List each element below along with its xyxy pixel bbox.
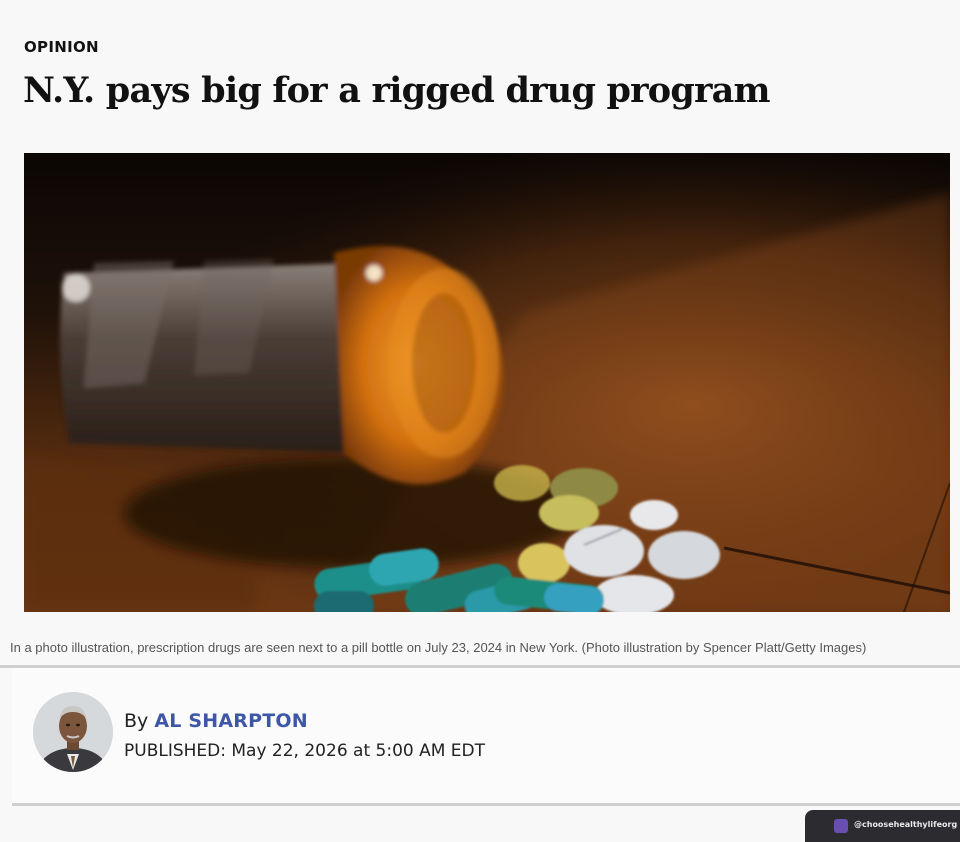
author-link[interactable]: AL SHARPTON (154, 710, 308, 732)
byline-divider (12, 803, 960, 806)
article-headline: N.Y. pays big for a rigged drug program (23, 70, 771, 111)
image-caption: In a photo illustration, prescription dr… (10, 640, 867, 655)
section-label[interactable]: OPINION (24, 38, 99, 56)
hero-photo (24, 153, 950, 612)
byline: By AL SHARPTON (124, 710, 308, 732)
author-avatar[interactable] (33, 692, 113, 772)
author-portrait-icon (33, 692, 113, 772)
published-date: PUBLISHED: May 22, 2026 at 5:00 AM EDT (124, 741, 486, 761)
byline-panel (12, 668, 960, 803)
pill-bottle-illustration (24, 153, 950, 612)
watermark-handle: @choosehealthylifeorg (854, 820, 958, 829)
brand-logo-icon (834, 819, 848, 833)
watermark-badge: @choosehealthylifeorg (805, 810, 960, 842)
byline-prefix: By (124, 710, 149, 732)
